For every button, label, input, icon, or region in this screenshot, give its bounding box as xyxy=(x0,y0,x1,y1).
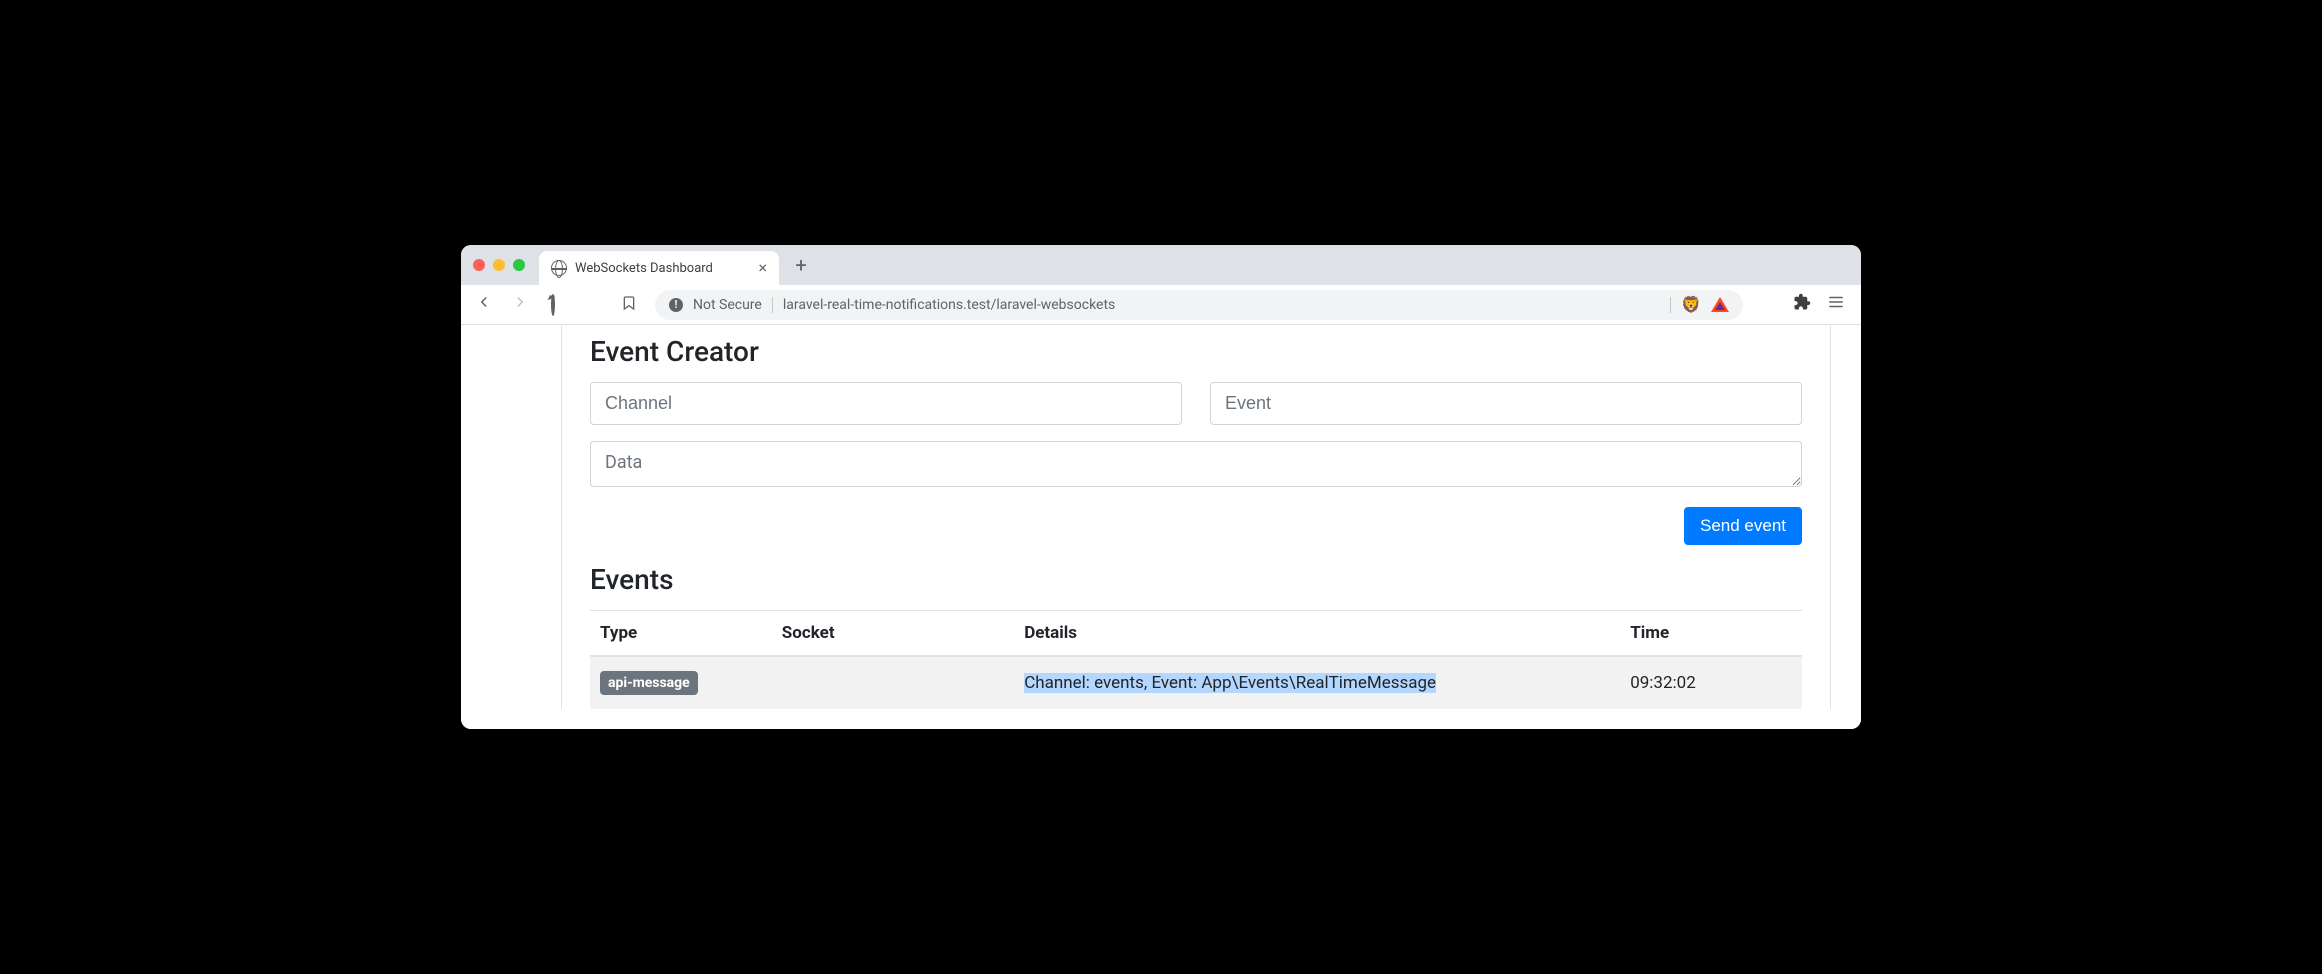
column-details: Details xyxy=(1014,611,1620,656)
tab-bar: WebSockets Dashboard × + xyxy=(461,245,1861,285)
not-secure-icon: ! xyxy=(669,298,683,312)
forward-button[interactable] xyxy=(507,289,533,320)
reload-button[interactable] xyxy=(543,291,563,318)
column-type: Type xyxy=(590,611,772,656)
divider xyxy=(1670,297,1671,313)
globe-icon xyxy=(551,260,567,276)
event-creator-title: Event Creator xyxy=(590,335,1802,368)
close-tab-icon[interactable]: × xyxy=(758,260,767,276)
browser-window: WebSockets Dashboard × + ! Not Secure la… xyxy=(461,245,1861,729)
new-tab-button[interactable]: + xyxy=(787,251,815,279)
maximize-window-button[interactable] xyxy=(513,259,525,271)
cell-socket xyxy=(772,656,1014,709)
events-table: Type Socket Details Time api-message Cha… xyxy=(590,611,1802,709)
cell-details: Channel: events, Event: App\Events\RealT… xyxy=(1014,656,1620,709)
table-row: api-message Channel: events, Event: App\… xyxy=(590,656,1802,709)
reload-icon xyxy=(551,293,555,316)
divider xyxy=(772,297,773,313)
minimize-window-button[interactable] xyxy=(493,259,505,271)
table-header-row: Type Socket Details Time xyxy=(590,611,1802,656)
address-bar[interactable]: ! Not Secure laravel-real-time-notificat… xyxy=(655,290,1743,320)
page-content: Event Creator Send event Events Type Soc… xyxy=(461,325,1861,729)
browser-tab[interactable]: WebSockets Dashboard × xyxy=(539,251,779,285)
back-button[interactable] xyxy=(471,289,497,320)
tab-title: WebSockets Dashboard xyxy=(575,261,713,276)
menu-icon[interactable] xyxy=(1827,293,1845,316)
send-event-button[interactable]: Send event xyxy=(1684,507,1802,545)
data-input[interactable] xyxy=(590,441,1802,487)
column-time: Time xyxy=(1620,611,1802,656)
close-window-button[interactable] xyxy=(473,259,485,271)
cell-time: 09:32:02 xyxy=(1620,656,1802,709)
events-title: Events xyxy=(590,563,1802,596)
bookmark-icon[interactable] xyxy=(621,295,637,315)
dashboard-panel: Event Creator Send event Events Type Soc… xyxy=(561,325,1831,709)
cell-type: api-message xyxy=(590,656,772,709)
url-text: laravel-real-time-notifications.test/lar… xyxy=(783,297,1115,313)
column-socket: Socket xyxy=(772,611,1014,656)
extensions-icon[interactable] xyxy=(1793,293,1811,316)
type-badge: api-message xyxy=(600,671,698,695)
window-controls xyxy=(473,259,525,271)
not-secure-label: Not Secure xyxy=(693,297,762,313)
details-text: Channel: events, Event: App\Events\RealT… xyxy=(1024,673,1436,693)
event-input[interactable] xyxy=(1210,382,1802,425)
browser-toolbar: ! Not Secure laravel-real-time-notificat… xyxy=(461,285,1861,325)
channel-input[interactable] xyxy=(590,382,1182,425)
brave-shields-icon[interactable]: 🦁 xyxy=(1681,295,1701,314)
bat-icon[interactable] xyxy=(1711,297,1729,312)
